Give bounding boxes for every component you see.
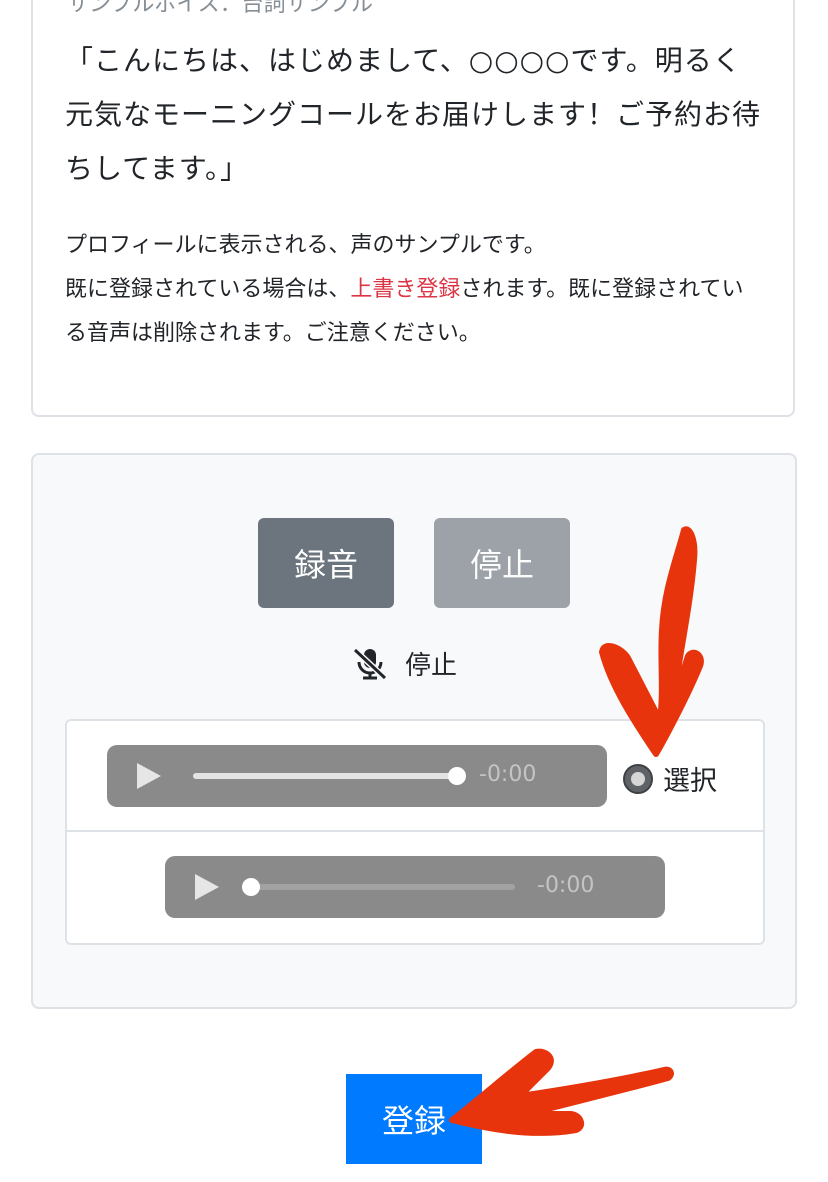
time-remaining: -0:00: [537, 873, 595, 898]
seek-bar[interactable]: [193, 767, 466, 785]
note-pre: 既に登録されている場合は、: [65, 277, 351, 302]
select-option[interactable]: 選択: [623, 759, 717, 798]
seek-bar[interactable]: [242, 878, 515, 896]
sample-header: サンプルボイス：台詞サンプル: [67, 0, 374, 17]
status-text: 停止: [405, 651, 458, 681]
recording-status: 停止: [351, 645, 457, 682]
recording-list: -0:00 選択 -0:00: [65, 719, 765, 945]
record-button[interactable]: 録音: [258, 518, 394, 608]
sample-note: プロフィールに表示される、声のサンプルです。 既に登録されている場合は、上書き登…: [65, 224, 765, 356]
note-line-2: 既に登録されている場合は、上書き登録されます。既に登録されている音声は削除されま…: [65, 268, 765, 356]
voice-sample-page: サンプルボイス：台詞サンプル 「こんにちは、はじめまして、○○○○です。明るく元…: [0, 0, 828, 1182]
mic-off-icon: [352, 647, 388, 680]
list-item: -0:00 選択: [67, 721, 763, 832]
seek-knob[interactable]: [242, 878, 260, 896]
radio-checked-dot: [631, 771, 645, 786]
play-icon[interactable]: [195, 874, 219, 900]
seek-progress: [193, 773, 457, 779]
time-remaining: -0:00: [479, 762, 537, 787]
overwrite-warning: 上書き登録: [350, 277, 461, 302]
audio-player: -0:00: [165, 856, 665, 918]
audio-player: -0:00: [107, 745, 607, 807]
select-label: 選択: [663, 766, 717, 797]
select-radio[interactable]: [623, 763, 653, 794]
play-icon[interactable]: [137, 763, 161, 789]
recorder-panel: 録音 停止 停止 -0:00 選択 -0:00: [31, 453, 797, 1009]
stop-button[interactable]: 停止: [434, 518, 570, 608]
register-button[interactable]: 登録: [346, 1074, 482, 1164]
sample-quote: 「こんにちは、はじめまして、○○○○です。明るく元気なモーニングコールをお届けし…: [65, 44, 762, 185]
note-line-1: プロフィールに表示される、声のサンプルです。: [65, 233, 546, 258]
seek-knob[interactable]: [448, 767, 466, 785]
list-item: -0:00: [67, 832, 763, 943]
sample-voice-card: サンプルボイス：台詞サンプル 「こんにちは、はじめまして、○○○○です。明るく元…: [31, 0, 795, 417]
arrow-left-annotation: [449, 1048, 674, 1136]
